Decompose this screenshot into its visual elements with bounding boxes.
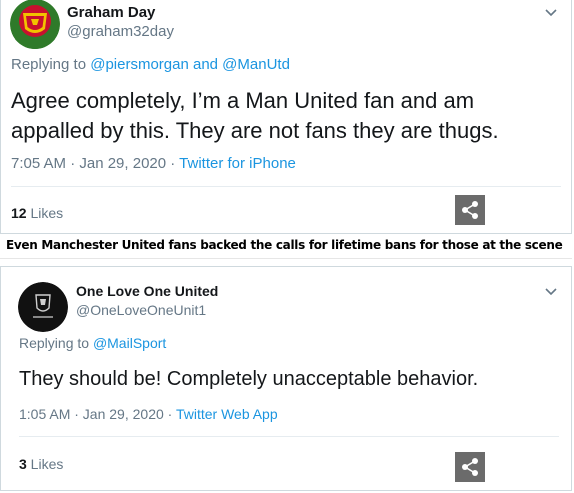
image-caption: Even Manchester United fans backed the c…	[6, 238, 563, 252]
likes-number: 3	[19, 456, 27, 472]
share-icon	[462, 201, 478, 219]
tweet-text-line: They should be! Completely unacceptable …	[19, 368, 479, 390]
share-button[interactable]	[455, 452, 485, 482]
display-name[interactable]: One Love One United	[76, 283, 218, 299]
tweet-card-one-love-one-united[interactable]: One Love One United @OneLoveOneUnit1 Rep…	[0, 266, 572, 491]
tweet-text: Agree completely, I’m a Man United fan a…	[11, 86, 499, 145]
chevron-down-icon[interactable]	[543, 5, 559, 21]
replying-to-link[interactable]: @MailSport	[93, 335, 166, 351]
divider	[11, 186, 561, 187]
tweet-meta: 1:05 AM · Jan 29, 2020 · Twitter Web App	[19, 406, 278, 422]
tweet-text: They should be! Completely unacceptable …	[19, 366, 478, 393]
share-icon	[462, 458, 478, 476]
replying-to: Replying to @piersmorgan and @ManUtd	[11, 56, 290, 73]
avatar[interactable]	[18, 282, 68, 332]
replying-prefix: Replying to	[19, 335, 90, 351]
black-crest-avatar-icon	[18, 282, 68, 332]
replying-to: Replying to @MailSport	[19, 335, 166, 351]
user-handle[interactable]: @OneLoveOneUnit1	[76, 302, 206, 318]
share-button[interactable]	[455, 195, 485, 225]
user-handle[interactable]: @graham32day	[67, 23, 174, 40]
tweet-card-graham-day[interactable]: Graham Day @graham32day Replying to @pie…	[0, 0, 572, 234]
divider	[19, 436, 559, 437]
tweet-text-line: appalled by this. They are not fans they…	[11, 117, 499, 143]
manchester-united-crest-icon	[10, 0, 60, 49]
likes-label: Likes	[26, 456, 64, 472]
likes-count[interactable]: 12 Likes	[11, 205, 63, 221]
tweet-source[interactable]: Twitter Web App	[176, 406, 278, 422]
likes-number: 12	[11, 205, 27, 221]
caption-divider	[0, 258, 572, 259]
tweet-meta: 7:05 AM · Jan 29, 2020 · Twitter for iPh…	[11, 155, 296, 172]
timestamp[interactable]: 1:05 AM · Jan 29, 2020 ·	[19, 406, 176, 422]
chevron-down-icon[interactable]	[543, 284, 559, 300]
likes-count[interactable]: 3 Likes	[19, 456, 63, 472]
display-name[interactable]: Graham Day	[67, 4, 155, 21]
avatar[interactable]	[10, 0, 60, 49]
replying-prefix: Replying to	[11, 56, 87, 73]
tweet-source[interactable]: Twitter for iPhone	[179, 155, 296, 172]
timestamp[interactable]: 7:05 AM · Jan 29, 2020 ·	[11, 155, 179, 172]
tweet-text-line: Agree completely, I’m a Man United fan a…	[11, 88, 475, 113]
likes-label: Likes	[26, 205, 64, 221]
replying-to-link[interactable]: @piersmorgan and @ManUtd	[90, 56, 290, 73]
